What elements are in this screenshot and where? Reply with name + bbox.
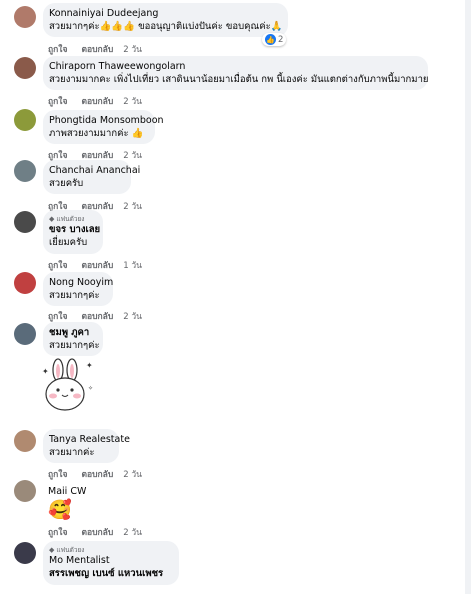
commenter-name[interactable]: ขจร บางเลย <box>49 224 100 236</box>
avatar[interactable] <box>14 323 36 345</box>
smiling-face-hearts-emoji: 🥰 <box>48 499 72 521</box>
comment-text: สวยงามมากคะ เพิ่งไปเที่ยว เสาดินนาน้อยมา… <box>49 74 429 85</box>
avatar[interactable] <box>14 6 36 28</box>
top-fan-badge: ◆ แฟนตัวยง <box>49 215 85 223</box>
comment-text: สวยมากค่ะ <box>49 447 95 458</box>
commenter-name[interactable]: Phongtida Monsomboon <box>49 115 164 127</box>
comment-actions: ถูกใจ ตอบกลับ 2 วัน <box>48 525 156 539</box>
commenter-name[interactable]: Maii CW <box>48 486 86 498</box>
reply-link[interactable]: ตอบกลับ <box>81 45 113 55</box>
comment-actions: ถูกใจ ตอบกลับ 2 วัน <box>48 309 156 323</box>
avatar[interactable] <box>14 109 36 131</box>
diamond-icon: ◆ <box>49 215 55 223</box>
comment-bubble: Tanya Realestate สวยมากค่ะ <box>43 429 130 463</box>
comment-text: สวยมากๆค่ะ <box>49 340 100 351</box>
like-link[interactable]: ถูกใจ <box>48 312 67 322</box>
timestamp[interactable]: 2 วัน <box>123 528 142 538</box>
comment-bubble: Chiraporn Thaweewongolarn สวยงามมากคะ เพ… <box>43 56 428 90</box>
comment-text: สวยครับ <box>49 178 84 189</box>
svg-text:✦: ✦ <box>42 367 49 376</box>
reply-link[interactable]: ตอบกลับ <box>81 528 113 538</box>
comment-bubble: Konnainiyai Dudeejang สวยมากๆค่ะ👍👍👍 ขออน… <box>43 3 288 37</box>
timestamp[interactable]: 2 วัน <box>123 312 142 322</box>
avatar[interactable] <box>14 272 36 294</box>
comment-bubble: Nong Nooyim สวยมากๆค่ะ <box>43 272 113 306</box>
diamond-icon: ◆ <box>49 546 55 554</box>
svg-text:✧: ✧ <box>88 385 93 392</box>
commenter-name[interactable]: Mo Mentalist <box>49 555 171 567</box>
like-link[interactable]: ถูกใจ <box>48 97 67 107</box>
timestamp[interactable]: 1 วัน <box>123 261 142 271</box>
top-fan-badge: ◆ แฟนตัวยง <box>49 546 85 554</box>
comment-text: สรรเพชญ เบนซ์ แหวนเพชร <box>49 568 164 579</box>
avatar[interactable] <box>14 160 36 182</box>
svg-text:✦: ✦ <box>86 361 93 370</box>
comment-bubble: Phongtida Monsomboon ภาพสวยงามมากค่ะ 👍 <box>43 110 164 144</box>
reaction-badge[interactable]: 👍 2 <box>262 33 287 46</box>
like-link[interactable]: ถูกใจ <box>48 261 67 271</box>
comment-bubble: ◆ แฟนตัวยง ขจร บางเลย เยี่ยมครับ <box>43 210 103 254</box>
comment-text: สวยมากๆค่ะ👍👍👍 ขออนุญาติแบ่งปันค่ะ ขอบคุณ… <box>49 21 283 32</box>
reply-link[interactable]: ตอบกลับ <box>81 261 113 271</box>
comment-bubble: Chanchai Ananchai สวยครับ <box>43 160 140 194</box>
avatar[interactable] <box>14 430 36 452</box>
comment-bubble: ◆ แฟนตัวยง Mo Mentalist สรรเพชญ เบนซ์ แหว… <box>43 541 179 585</box>
commenter-name[interactable]: Tanya Realestate <box>49 434 130 446</box>
comment-actions: ถูกใจ ตอบกลับ 2 วัน <box>48 94 156 108</box>
reaction-count: 2 <box>278 34 284 45</box>
bunny-sticker[interactable]: ✦ ✦ ✧ <box>38 356 98 412</box>
avatar[interactable] <box>14 57 36 79</box>
commenter-name[interactable]: Chiraporn Thaweewongolarn <box>49 61 420 73</box>
comment-text: เยี่ยมครับ <box>49 237 88 248</box>
commenter-name[interactable]: Konnainiyai Dudeejang <box>49 8 280 20</box>
commenter-name[interactable]: Chanchai Ananchai <box>49 165 140 177</box>
like-reaction-icon: 👍 <box>265 34 276 45</box>
like-link[interactable]: ถูกใจ <box>48 45 67 55</box>
like-link[interactable]: ถูกใจ <box>48 528 67 538</box>
scrollbar-track[interactable] <box>465 0 471 594</box>
avatar[interactable] <box>14 211 36 233</box>
timestamp[interactable]: 2 วัน <box>123 470 142 480</box>
comment-actions: ถูกใจ ตอบกลับ 2 วัน <box>48 467 156 481</box>
commenter-name[interactable]: Nong Nooyim <box>49 277 113 289</box>
reply-link[interactable]: ตอบกลับ <box>81 97 113 107</box>
comment-actions: ถูกใจ ตอบกลับ 1 วัน <box>48 258 156 272</box>
timestamp[interactable]: 2 วัน <box>123 97 142 107</box>
timestamp[interactable]: 2 วัน <box>123 151 142 161</box>
reply-link[interactable]: ตอบกลับ <box>81 312 113 322</box>
commenter-name[interactable]: ชมพู ภูคา <box>49 327 95 339</box>
comment-text: ภาพสวยงามมากค่ะ 👍 <box>49 128 144 139</box>
timestamp[interactable]: 2 วัน <box>123 202 142 212</box>
timestamp[interactable]: 2 วัน <box>123 45 142 55</box>
reply-link[interactable]: ตอบกลับ <box>81 470 113 480</box>
avatar[interactable] <box>14 480 36 502</box>
avatar[interactable] <box>14 542 36 564</box>
comment-text: สวยมากๆค่ะ <box>49 290 100 301</box>
comment-bubble: ชมพู ภูคา สวยมากๆค่ะ <box>43 322 103 356</box>
comment-actions: ถูกใจ ตอบกลับ 2 วัน <box>48 42 156 56</box>
like-link[interactable]: ถูกใจ <box>48 470 67 480</box>
